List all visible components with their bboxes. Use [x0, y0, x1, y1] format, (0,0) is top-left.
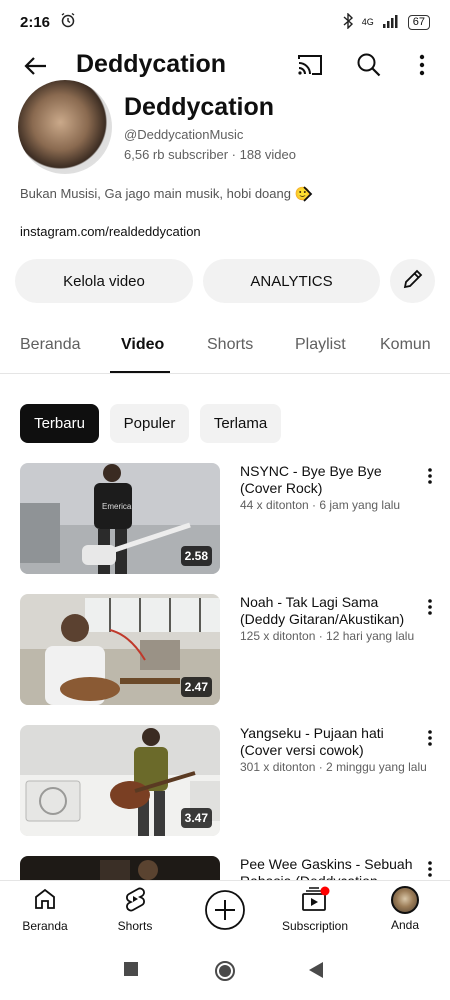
nav-home[interactable]: Beranda: [0, 886, 90, 933]
analytics-button[interactable]: ANALYTICS: [203, 259, 380, 303]
video-meta: 44 x ditonton · 6 jam yang lalu: [240, 498, 401, 512]
video-item[interactable]: 2.47 Noah - Tak Lagi Sama (Deddy Gitaran…: [0, 594, 450, 706]
tab-playlist[interactable]: Playlist: [295, 336, 346, 354]
video-thumbnail[interactable]: 2.47: [20, 594, 220, 705]
chip-newest[interactable]: Terbaru: [20, 404, 99, 443]
video-more-icon[interactable]: [424, 467, 436, 485]
video-title[interactable]: Noah - Tak Lagi Sama (Deddy Gitaran/Akus…: [240, 594, 420, 628]
subscriptions-icon: [300, 886, 330, 915]
channel-tabs: Beranda Video Shorts Playlist Komun: [0, 322, 450, 374]
video-thumbnail[interactable]: Emerica 2.58: [20, 463, 220, 574]
back-triangle-icon[interactable]: [308, 961, 324, 984]
channel-handle: @DeddycationMusic: [124, 127, 244, 142]
user-avatar: [391, 886, 419, 914]
chip-oldest[interactable]: Terlama: [200, 404, 281, 443]
nav-subscriptions-label: Subscription: [281, 919, 349, 933]
tab-home[interactable]: Beranda: [20, 336, 81, 354]
video-duration: 3.47: [180, 808, 212, 828]
video-item[interactable]: Emerica 2.58 NSYNC - Bye Bye Bye (Cover …: [0, 463, 450, 575]
page-title: Deddycation: [76, 50, 227, 78]
video-meta: 125 x ditonton · 12 hari yang lalu: [240, 629, 415, 643]
battery-indicator: 67: [407, 14, 430, 30]
bluetooth-icon: [342, 11, 354, 32]
system-navigation: [0, 940, 450, 1000]
video-duration: 2.58: [180, 546, 212, 566]
nav-you[interactable]: Anda: [360, 886, 450, 932]
video-title[interactable]: NSYNC - Bye Bye Bye (Cover Rock): [240, 463, 420, 497]
chip-popular[interactable]: Populer: [110, 404, 189, 443]
back-arrow-icon[interactable]: [20, 50, 52, 82]
video-more-icon[interactable]: [424, 729, 436, 747]
pencil-icon: [401, 267, 425, 295]
edit-channel-button[interactable]: [390, 259, 435, 303]
nav-you-label: Anda: [390, 918, 420, 932]
nav-shorts[interactable]: Shorts: [90, 886, 180, 933]
network-type: 4G: [361, 17, 374, 27]
video-meta: 301 x ditonton · 2 minggu yang lalu: [240, 760, 427, 774]
active-tab-indicator: [110, 371, 170, 373]
clock: 2:16: [20, 13, 51, 31]
nav-home-label: Beranda: [22, 919, 68, 933]
channel-avatar[interactable]: [18, 80, 112, 174]
video-more-icon[interactable]: [424, 860, 436, 878]
channel-description[interactable]: Bukan Musisi, Ga jago main musik, hobi d…: [20, 186, 311, 202]
shirt-text: Emerica: [102, 502, 132, 511]
recents-icon[interactable]: [124, 962, 138, 981]
home-icon: [32, 886, 58, 915]
video-thumbnail[interactable]: 3.47: [20, 725, 220, 836]
video-duration: 2.47: [180, 677, 212, 697]
tab-community[interactable]: Komun: [380, 336, 431, 354]
video-item[interactable]: 3.47 Yangseku - Pujaan hati (Cover versi…: [0, 725, 450, 837]
home-button-icon[interactable]: [214, 960, 236, 987]
video-more-icon[interactable]: [424, 598, 436, 616]
channel-link[interactable]: instagram.com/realdeddycation: [20, 224, 201, 239]
more-options-icon[interactable]: [410, 50, 434, 80]
cast-icon[interactable]: [295, 50, 325, 80]
video-title[interactable]: Yangseku - Pujaan hati (Cover versi cowo…: [240, 725, 420, 759]
tab-shorts[interactable]: Shorts: [207, 336, 253, 354]
nav-shorts-label: Shorts: [117, 919, 153, 933]
alarm-icon: [60, 12, 76, 32]
create-button[interactable]: [180, 889, 270, 934]
bottom-navigation: Beranda Shorts Subscription Anda: [0, 880, 450, 940]
channel-name: Deddycation: [124, 93, 275, 121]
nav-subscriptions[interactable]: Subscription: [270, 886, 360, 933]
search-icon[interactable]: [354, 50, 384, 80]
chevron-right-icon[interactable]: [300, 184, 316, 204]
channel-stats: 6,56 rb subscriber · 188 video: [124, 147, 296, 162]
signal-icon: [382, 14, 400, 31]
plus-circle-icon: [204, 889, 246, 934]
tab-videos[interactable]: Video: [121, 336, 164, 354]
manage-videos-button[interactable]: Kelola video: [15, 259, 193, 303]
status-bar: 2:16 4G 67: [0, 0, 450, 44]
shorts-icon: [122, 886, 148, 915]
